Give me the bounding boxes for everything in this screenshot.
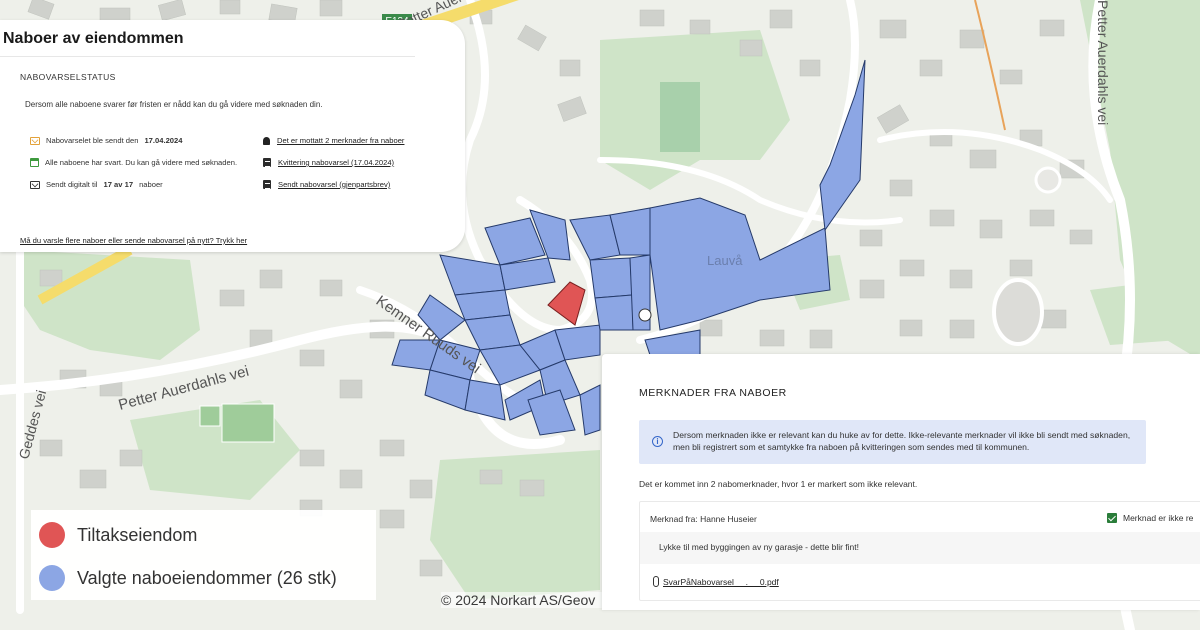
sent-notice-link[interactable]: Sendt nabovarsel (gjenpartsbrev): [278, 180, 390, 189]
info-banner: i Dersom merknaden ikke er relevant kan …: [639, 420, 1146, 464]
info-text: Dersom merknaden ikke er relevant kan du…: [673, 430, 1131, 452]
resend-notice-link[interactable]: Må du varsle flere naboer eller sende na…: [20, 236, 247, 245]
legend-swatch-red: [39, 522, 65, 548]
envelope-icon: [30, 180, 40, 189]
map-sports-field: [660, 82, 700, 152]
divider: [0, 56, 415, 57]
bell-icon: [263, 136, 270, 145]
map-legend: Tiltakseiendom Valgte naboeiendommer (26…: [31, 510, 376, 600]
legend-item-neighbours: Valgte naboeiendommer (26 stk): [39, 565, 337, 591]
status-count: 17 av 17: [103, 180, 134, 189]
panel-title: Naboer av eiendommen: [3, 30, 184, 47]
comments-panel: MERKNADER FRA NABOER i Dersom merknaden …: [602, 354, 1200, 610]
paperclip-icon: [653, 576, 659, 587]
not-relevant-checkbox[interactable]: [1107, 513, 1117, 523]
neighbours-panel: Naboer av eiendommen NABOVARSELSTATUS De…: [0, 20, 465, 252]
legend-swatch-blue: [39, 565, 65, 591]
status-heading: NABOVARSELSTATUS: [20, 72, 116, 82]
map-roundabout: [992, 278, 1044, 346]
status-suffix: naboer: [139, 180, 163, 189]
map-court: [221, 403, 275, 443]
comment-text: Lykke til med byggingen av ny garasje - …: [659, 542, 860, 552]
envelope-icon: [30, 136, 40, 145]
link-row-receipt[interactable]: Kvittering nabovarsel (17.04.2024): [262, 158, 394, 167]
link-row-comments[interactable]: Det er mottatt 2 merknader fra naboer: [262, 136, 404, 145]
legend-item-target: Tiltakseiendom: [39, 522, 197, 548]
attachment[interactable]: SvarPåNabovarsel_ _._ _0.pdf: [653, 576, 779, 587]
document-icon: [263, 180, 271, 189]
comments-received-link[interactable]: Det er mottatt 2 merknader fra naboer: [277, 136, 404, 145]
attachment-link[interactable]: SvarPåNabovarsel_ _._ _0.pdf: [663, 577, 779, 587]
comment-card: Merknad fra: Hanne Huseier Merknad er ik…: [639, 501, 1200, 601]
info-icon: i: [652, 436, 663, 447]
comment-body: Lykke til med byggingen av ny garasje - …: [640, 532, 1200, 564]
status-date: 17.04.2024: [144, 136, 183, 145]
status-text: Alle naboene har svart. Du kan gå videre…: [45, 158, 238, 167]
legend-label: Tiltakseiendom: [77, 524, 198, 545]
status-sent-date: Nabovarselet ble sendt den 17.04.2024: [30, 136, 182, 145]
neighbour-parcel[interactable]: [589, 257, 633, 299]
status-text: Nabovarselet ble sendt den: [46, 136, 139, 145]
not-relevant-checkbox-row[interactable]: Merknad er ikke re: [1107, 513, 1193, 523]
comments-title: MERKNADER FRA NABOER: [639, 387, 787, 399]
comments-summary: Det er kommet inn 2 nabomerknader, hvor …: [639, 479, 918, 489]
map-marker: [638, 308, 652, 322]
link-row-sent-notice[interactable]: Sendt nabovarsel (gjenpartsbrev): [262, 180, 390, 189]
neighbour-parcel[interactable]: [594, 294, 634, 331]
status-all-replied: Alle naboene har svart. Du kan gå videre…: [30, 158, 237, 167]
place-label-lauva: Lauvå: [707, 253, 743, 268]
document-icon: [263, 158, 271, 167]
checkbox-label: Merknad er ikke re: [1123, 513, 1194, 523]
legend-label: Valgte naboeiendommer (26 stk): [77, 567, 337, 588]
status-text: Sendt digitalt til: [46, 180, 98, 189]
road-label-petter-auerdahls-vei-right: Petter Auerdahls vei: [1095, 0, 1111, 125]
receipt-link[interactable]: Kvittering nabovarsel (17.04.2024): [278, 158, 394, 167]
status-intro: Dersom alle naboene svarer før fristen e…: [25, 100, 323, 109]
map-attribution: © 2024 Norkart AS/Geov: [441, 592, 602, 608]
status-sent-digital: Sendt digitalt til 17 av 17 naboer: [30, 180, 163, 189]
calendar-icon: [30, 158, 39, 167]
comment-author: Merknad fra: Hanne Huseier: [650, 514, 757, 524]
